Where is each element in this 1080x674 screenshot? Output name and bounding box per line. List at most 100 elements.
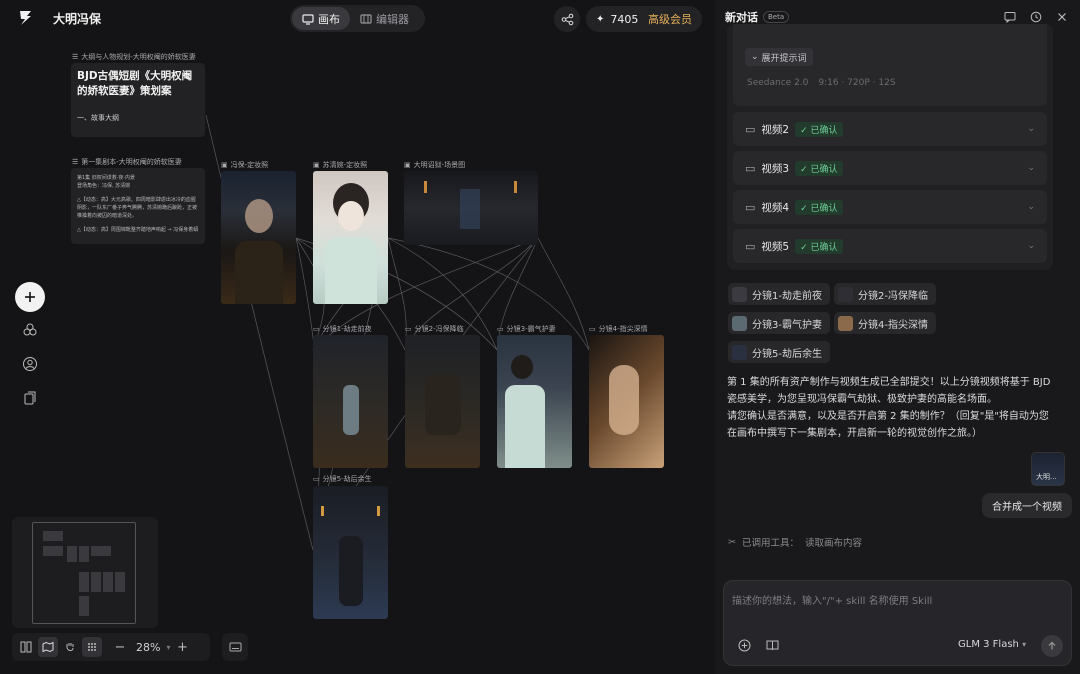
img3-label-text: 大明诏狱-场景图 — [413, 161, 466, 169]
zoom-out-button[interactable]: − — [110, 637, 130, 657]
doc1-label-text: 大纲与人物规划-大明权阉的娇软医妻 — [81, 53, 196, 61]
video-node-label: ▭ 分镜5-劫后余生 — [313, 474, 372, 484]
chevron-down-icon: ⌄ — [1027, 202, 1035, 212]
shot5-video-thumb[interactable] — [313, 486, 388, 619]
video-task-expanded: ⌄ 展开提示词 Seedance 2.0 9:16 · 720P · 12S — [733, 24, 1047, 106]
chip-label: 分镜4-指尖深情 — [858, 319, 928, 331]
chat-input-placeholder[interactable]: 描述你的想法，输入"/"+ skill 名称使用 Skill — [732, 592, 932, 607]
video-camera-icon: ▭ — [745, 161, 756, 175]
shot-chip[interactable]: 分镜1-劫走前夜 — [728, 283, 830, 305]
doc-subtitle: 一、故事大纲 — [77, 114, 119, 122]
img2-label-text: 苏清婉-定妆照 — [322, 161, 368, 169]
minus-icon: − — [114, 639, 126, 655]
user-attachment-label: 大明... — [1036, 473, 1057, 481]
map-icon[interactable] — [38, 637, 58, 657]
send-button[interactable] — [1041, 635, 1063, 657]
shot-chip[interactable]: 分镜2-冯保降临 — [834, 283, 936, 305]
tool-icon: ✂ — [728, 536, 736, 548]
close-icon[interactable] — [1054, 9, 1070, 25]
library-icon[interactable] — [22, 390, 38, 406]
video-model-info: Seedance 2.0 9:16 · 720P · 12S — [747, 78, 896, 88]
chat-input-box[interactable]: 描述你的想法，输入"/"+ skill 名称使用 Skill GLM 3 Fla… — [723, 580, 1072, 666]
tool-call-line[interactable]: ✂ 已调用工具： 读取画布内容 — [728, 535, 862, 550]
assistant-paragraph: 请您确认是否满意，以及是否开启第 2 集的制作？（回复"是"将自动为您在画布中撰… — [727, 411, 1049, 439]
keyboard-shortcuts-button[interactable] — [222, 633, 248, 661]
video-task-row[interactable]: ▭ 视频5 ✓ 已确认 ⌄ — [733, 229, 1047, 263]
zoom-in-button[interactable]: + — [172, 637, 192, 657]
doc-node-label: ☰ 第一集剧本-大明权阉的娇软医妻 — [72, 157, 182, 167]
assistant-paragraph: 第 1 集的所有资产制作与视频生成已全部提交！以上分镜视频将基于 BJD 瓷感美… — [727, 377, 1051, 405]
fengbao-portrait-image[interactable] — [221, 171, 296, 304]
shot-chip[interactable]: 分镜5-劫后余生 — [728, 341, 830, 363]
minimap-node — [67, 546, 77, 562]
zoom-level[interactable]: 28% — [136, 641, 160, 654]
minimap[interactable] — [12, 517, 158, 628]
status-badge: ✓ 已确认 — [795, 121, 843, 137]
video-task-name: 视频3 — [761, 162, 790, 175]
script-line: △【动态：高】大元高歌。四周暗影肆虐出冰冷的血腥阴影，一队东厂番子奔气腾腾，苏清… — [77, 197, 198, 219]
video-camera-icon: ▭ — [745, 239, 756, 253]
video-task-row[interactable]: ▭ 视频4 ✓ 已确认 ⌄ — [733, 190, 1047, 224]
chat-title: 新对话 — [725, 11, 758, 24]
video-node-label: ▭ 分镜4-指尖深情 — [589, 324, 648, 334]
chevron-down-icon: ⌄ — [1027, 163, 1035, 173]
history-icon[interactable] — [1028, 9, 1044, 25]
video-spec: 9:16 · 720P · 12S — [818, 78, 896, 88]
minimap-node — [91, 546, 111, 556]
grid-icon[interactable] — [82, 637, 102, 657]
shot2-video-thumb[interactable] — [405, 335, 480, 468]
plus-icon — [25, 292, 35, 302]
doc-card-script[interactable]: 第1集 旧权间谍救·夜·内景 登场角色：冯保, 苏清婉 △【动态：高】大元高歌。… — [71, 168, 205, 244]
shot4-label-text: 分镜4-指尖深情 — [598, 325, 648, 333]
assistant-message: 第 1 集的所有资产制作与视频生成已全部提交！以上分镜视频将基于 BJD 瓷感美… — [727, 374, 1057, 442]
plus-icon: + — [177, 639, 188, 655]
shot2-label-text: 分镜2-冯保降临 — [414, 325, 464, 333]
minimap-node — [91, 572, 101, 592]
shot1-label-text: 分镜1-劫走前夜 — [322, 325, 372, 333]
status-badge: ✓ 已确认 — [795, 238, 843, 254]
chip-label: 分镜2-冯保降临 — [858, 290, 928, 302]
video-task-row[interactable]: ▭ 视频2 ✓ 已确认 ⌄ — [733, 112, 1047, 146]
script-line: 第1集 旧权间谍救·夜·内景 — [77, 175, 135, 181]
expand-prompt-label: 展开提示词 — [761, 53, 807, 64]
character-icon[interactable] — [22, 356, 38, 372]
video-node-label: ▭ 分镜1-劫走前夜 — [313, 324, 372, 334]
status-text: 已确认 — [810, 125, 838, 136]
shot-chip[interactable]: 分镜3-霸气护妻 — [728, 312, 830, 334]
doc-title: BJD古偶短剧《大明权阉的娇软医妻》策划案 — [77, 70, 193, 97]
attach-button[interactable] — [736, 637, 752, 653]
model-name: Seedance 2.0 — [747, 78, 809, 88]
layout-icon[interactable] — [16, 637, 36, 657]
keyboard-icon — [229, 642, 241, 652]
minimap-node — [43, 531, 63, 541]
doc-card-outline[interactable]: BJD古偶短剧《大明权阉的娇软医妻》策划案 一、故事大纲 — [71, 63, 205, 137]
shot1-video-thumb[interactable] — [313, 335, 388, 468]
add-node-button[interactable] — [15, 282, 45, 312]
image-icon: ▣ — [404, 161, 411, 169]
library-button[interactable] — [764, 637, 780, 653]
minimap-node — [79, 572, 89, 592]
video-task-row[interactable]: ▭ 视频3 ✓ 已确认 ⌄ — [733, 151, 1047, 185]
suqingwan-portrait-image[interactable] — [313, 171, 388, 304]
prison-scene-image[interactable] — [404, 171, 538, 245]
shot4-video-thumb[interactable] — [589, 335, 664, 468]
chip-label: 分镜1-劫走前夜 — [752, 290, 822, 302]
status-badge: ✓ 已确认 — [795, 160, 843, 176]
hand-icon[interactable] — [60, 637, 80, 657]
script-line: 登场角色：冯保, 苏清婉 — [77, 183, 131, 189]
expand-prompt-button[interactable]: ⌄ 展开提示词 — [745, 48, 813, 66]
status-text: 已确认 — [810, 164, 838, 175]
doc-node-label: ☰ 大纲与人物规划-大明权阉的娇软医妻 — [72, 52, 196, 62]
shot-chip[interactable]: 分镜4-指尖深情 — [834, 312, 936, 334]
video-camera-icon: ▭ — [745, 122, 756, 136]
chevron-down-icon: ⌄ — [1027, 124, 1035, 134]
model-selector[interactable]: GLM 3 Flash ▾ — [958, 639, 1026, 650]
image-icon: ▣ — [221, 161, 228, 169]
minimap-node — [79, 596, 89, 616]
user-attachment-thumb[interactable]: 大明... — [1031, 452, 1065, 486]
assets-icon[interactable] — [22, 322, 38, 338]
canvas-area[interactable]: 大明冯保 画布 编辑器 ✦ 7405 高级会员 ☰ 大纲与人物规划-大明权阉的娇… — [0, 0, 715, 674]
tool-label: 已调用工具： — [741, 538, 799, 549]
message-icon[interactable] — [1002, 9, 1018, 25]
shot3-video-thumb[interactable] — [497, 335, 572, 468]
